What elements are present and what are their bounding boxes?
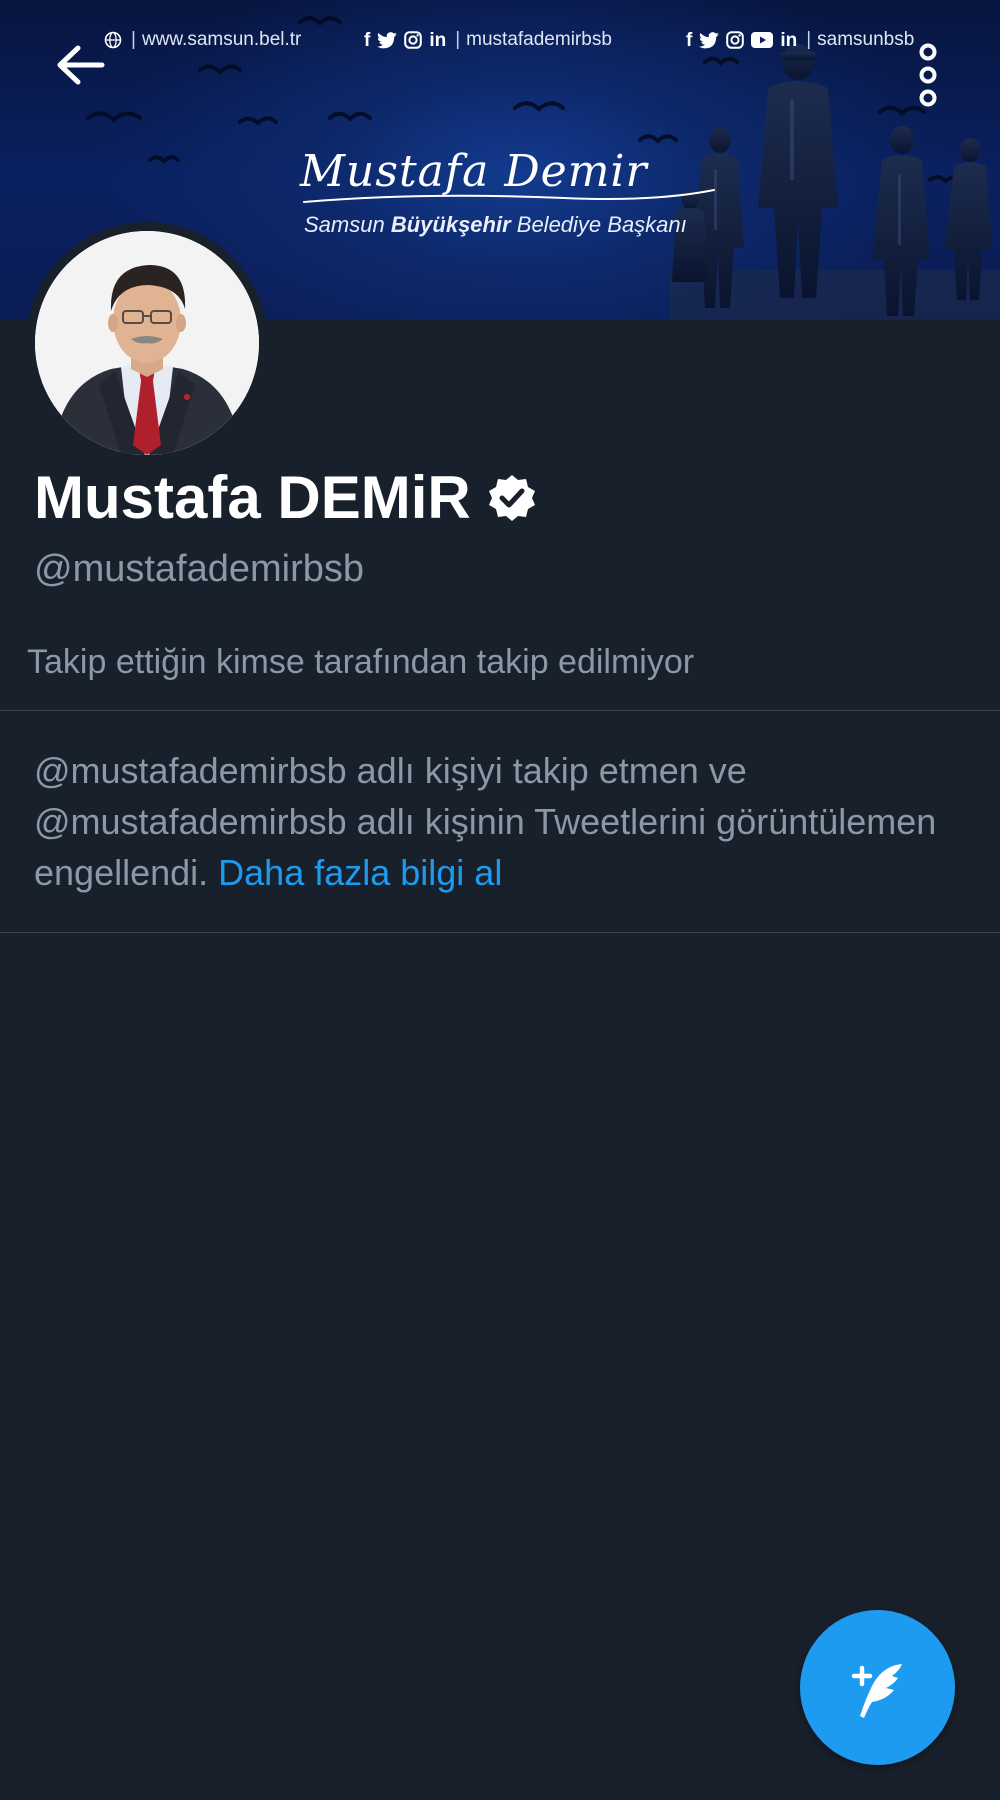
- linkedin-icon: in: [780, 29, 798, 51]
- strip-separator: |: [455, 29, 461, 50]
- avatar[interactable]: [35, 231, 259, 455]
- learn-more-link[interactable]: Daha fazla bilgi al: [218, 852, 502, 893]
- profile-photo: [35, 231, 259, 455]
- verified-badge-icon: [488, 475, 535, 521]
- profile-handle: @mustafademirbsb: [34, 548, 365, 590]
- subtitle-part: Samsun: [304, 212, 391, 237]
- avatar-ring: [26, 222, 268, 464]
- display-name-row: Mustafa DEMiR: [34, 462, 537, 534]
- website-strip: | www.samsun.bel.tr: [104, 24, 301, 56]
- subtitle-part: Belediye Başkanı: [510, 212, 687, 237]
- strip-separator: |: [806, 29, 812, 50]
- facebook-icon: f: [364, 29, 371, 51]
- subtitle-bold: Büyükşehir: [390, 212, 511, 237]
- divider: [0, 710, 1000, 711]
- more-vertical-icon: [919, 43, 937, 107]
- facebook-icon: f: [686, 29, 693, 51]
- arrow-left-icon: [57, 45, 105, 85]
- social-handle-mid: mustafademirbsb: [466, 29, 612, 50]
- more-options-button[interactable]: [900, 20, 956, 130]
- banner-signature-block: Mustafa Demir Samsun Büyükşehir Belediye…: [300, 150, 720, 260]
- banner-subtitle: Samsun Büyükşehir Belediye Başkanı: [304, 212, 687, 238]
- instagram-icon: [404, 31, 423, 49]
- social-strip-mid: f in | mustafademirbsb: [364, 24, 612, 56]
- compose-tweet-button[interactable]: [800, 1610, 955, 1765]
- website-url: www.samsun.bel.tr: [141, 29, 302, 50]
- signature-flourish: [303, 189, 715, 203]
- twitter-icon: [377, 31, 398, 49]
- strip-separator: |: [131, 29, 136, 50]
- instagram-icon: [726, 31, 745, 49]
- social-strip-right: f in | samsunbsb: [686, 24, 914, 56]
- twitter-icon: [699, 31, 720, 49]
- linkedin-icon: in: [429, 29, 447, 51]
- display-name: Mustafa DEMiR: [34, 464, 471, 531]
- blocked-notice: @mustafademirbsb adlı kişiyi takip etmen…: [34, 745, 964, 898]
- youtube-icon: [751, 32, 774, 48]
- compose-tweet-icon: [851, 1663, 902, 1718]
- profile-screen: | www.samsun.bel.tr f in | mustafademirb…: [0, 0, 1000, 1800]
- divider: [0, 932, 1000, 933]
- back-button[interactable]: [38, 28, 122, 102]
- followed-by-context: Takip ettiğin kimse tarafından takip edi…: [27, 643, 695, 681]
